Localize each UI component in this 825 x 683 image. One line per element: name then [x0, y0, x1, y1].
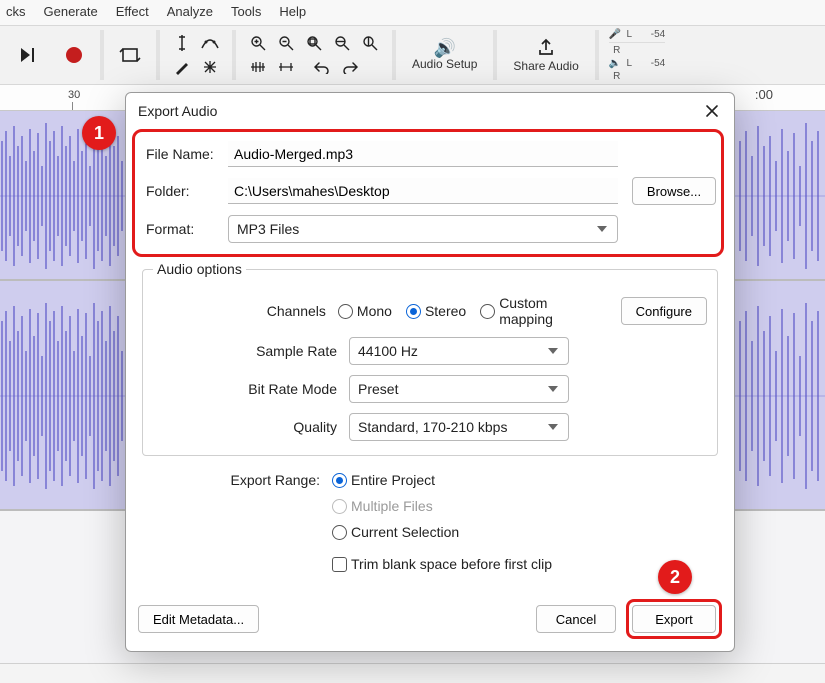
audio-options-group: Audio options Channels Mono Stereo Custo… — [142, 261, 718, 456]
audio-options-legend: Audio options — [153, 261, 246, 277]
folder-label: Folder: — [146, 183, 228, 199]
dialog-titlebar: Export Audio — [126, 93, 734, 127]
meter-val-1: -54 — [637, 29, 665, 40]
meters: 🎤 L -54 R 🔈 L -54 R — [609, 29, 665, 82]
mic-icon[interactable]: 🎤 — [609, 29, 621, 40]
radio-mono[interactable] — [338, 304, 353, 319]
samplerate-value: 44100 Hz — [358, 343, 418, 359]
selection-tool-icon[interactable] — [170, 32, 194, 54]
silence-icon[interactable] — [274, 56, 298, 78]
dialog-bottom-bar: Edit Metadata... Cancel Export — [126, 591, 734, 651]
quality-value: Standard, 170-210 kbps — [358, 419, 507, 435]
close-icon — [705, 104, 719, 118]
bitrate-select[interactable]: Preset — [349, 375, 569, 403]
menu-analyze[interactable]: Analyze — [167, 4, 213, 19]
draw-tool-icon[interactable] — [170, 56, 194, 78]
record-button[interactable] — [54, 33, 94, 77]
menu-tools[interactable]: Tools — [231, 4, 261, 19]
speaker-icon: 🔊 — [433, 39, 455, 57]
zoom-in-icon[interactable] — [246, 32, 270, 54]
radio-multiple-files-label: Multiple Files — [351, 498, 433, 514]
export-range-group: Export Range: Entire Project Multiple Fi… — [136, 472, 724, 572]
meter-R-1: R — [613, 45, 621, 56]
zoom-tools-group — [242, 30, 386, 80]
bitrate-value: Preset — [358, 381, 398, 397]
quality-select[interactable]: Standard, 170-210 kbps — [349, 413, 569, 441]
format-label: Format: — [146, 221, 228, 237]
menu-effect[interactable]: Effect — [116, 4, 149, 19]
redo-icon[interactable] — [338, 56, 362, 78]
cancel-button[interactable]: Cancel — [536, 605, 616, 633]
format-select[interactable]: MP3 Files — [228, 215, 618, 243]
speaker-meter-icon[interactable]: 🔈 — [609, 58, 621, 69]
radio-stereo[interactable] — [406, 304, 421, 319]
undo-icon[interactable] — [310, 56, 334, 78]
radio-custom-label: Custom mapping — [499, 295, 598, 327]
radio-multiple-files — [332, 499, 347, 514]
format-value: MP3 Files — [237, 221, 299, 237]
meter-L-2: L — [625, 58, 633, 69]
ruler-tick-end: :00 — [755, 87, 773, 102]
meter-val-2: -54 — [637, 58, 665, 69]
quality-label: Quality — [153, 419, 349, 435]
menu-tracks-truncated[interactable]: cks — [6, 4, 26, 19]
edit-metadata-button[interactable]: Edit Metadata... — [138, 605, 259, 633]
envelope-tool-icon[interactable] — [198, 32, 222, 54]
status-bar — [0, 663, 825, 683]
folder-input[interactable] — [228, 178, 618, 204]
menu-generate[interactable]: Generate — [44, 4, 98, 19]
audio-setup-label: Audio Setup — [412, 57, 477, 71]
menu-help[interactable]: Help — [279, 4, 306, 19]
samplerate-select[interactable]: 44100 Hz — [349, 337, 569, 365]
radio-stereo-label: Stereo — [425, 303, 466, 319]
loop-button[interactable] — [110, 33, 150, 77]
edit-tools-group — [166, 30, 226, 80]
filename-label: File Name: — [146, 146, 228, 162]
filename-input[interactable] — [228, 141, 618, 167]
bitrate-label: Bit Rate Mode — [153, 381, 349, 397]
samplerate-label: Sample Rate — [153, 343, 349, 359]
radio-entire-project[interactable] — [332, 473, 347, 488]
meter-R-2: R — [613, 71, 621, 82]
annotation-badge-1: 1 — [82, 116, 116, 150]
configure-button[interactable]: Configure — [621, 297, 707, 325]
dialog-title: Export Audio — [138, 103, 217, 119]
multi-tool-icon[interactable] — [198, 56, 222, 78]
browse-button[interactable]: Browse... — [632, 177, 716, 205]
radio-current-selection[interactable] — [332, 525, 347, 540]
audio-setup-button[interactable]: 🔊 Audio Setup — [402, 29, 487, 81]
radio-current-selection-label: Current Selection — [351, 524, 459, 540]
zoom-out-icon[interactable] — [274, 32, 298, 54]
trim-icon[interactable] — [246, 56, 270, 78]
main-toolbar: 🔊 Audio Setup Share Audio 🎤 L -54 R 🔈 L — [0, 25, 825, 85]
fit-selection-icon[interactable] — [302, 32, 326, 54]
radio-mono-label: Mono — [357, 303, 392, 319]
radio-custom[interactable] — [480, 304, 495, 319]
share-audio-label: Share Audio — [513, 59, 578, 73]
checkbox-trim-blank[interactable] — [332, 557, 347, 572]
share-icon — [537, 38, 555, 59]
channels-label: Channels — [153, 303, 338, 319]
meter-L-1: L — [625, 29, 633, 40]
zoom-toggle-icon[interactable] — [358, 32, 382, 54]
skip-to-end-button[interactable] — [8, 33, 48, 77]
export-range-label: Export Range: — [136, 472, 332, 488]
checkbox-trim-blank-label: Trim blank space before first clip — [351, 556, 552, 572]
export-button[interactable]: Export — [632, 605, 716, 633]
menu-bar: cks Generate Effect Analyze Tools Help — [0, 0, 825, 25]
share-audio-button[interactable]: Share Audio — [503, 29, 588, 81]
dialog-close-button[interactable] — [700, 99, 724, 123]
ruler-tick-30: 30 — [68, 89, 80, 101]
annotation-badge-2: 2 — [658, 560, 692, 594]
annotation-box-2: Export — [626, 599, 722, 639]
export-audio-dialog: Export Audio File Name: Folder: Browse..… — [125, 92, 735, 652]
fit-project-icon[interactable] — [330, 32, 354, 54]
radio-entire-project-label: Entire Project — [351, 472, 435, 488]
